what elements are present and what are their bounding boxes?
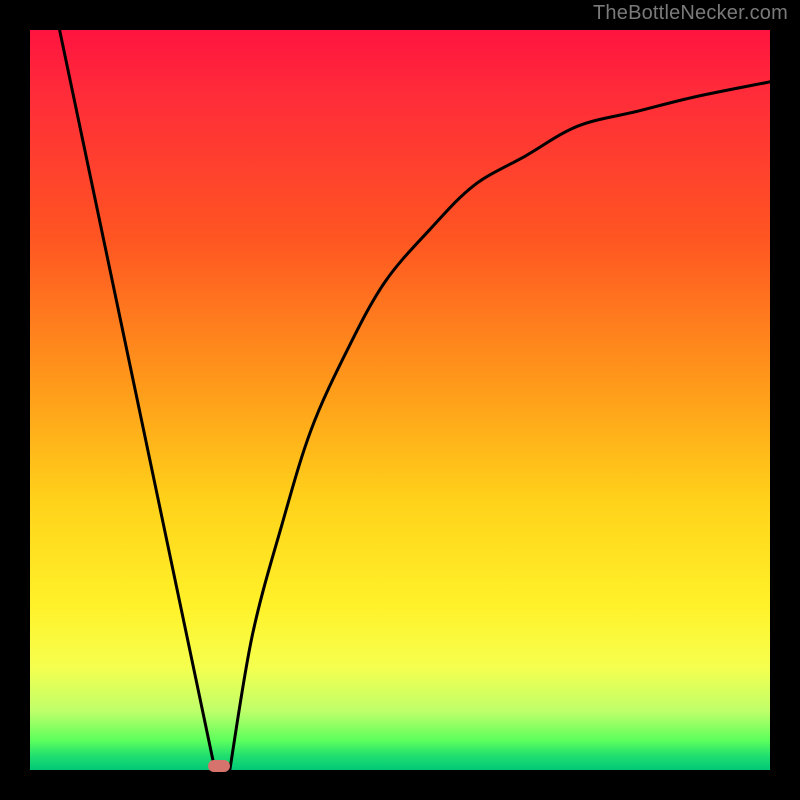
left-line-path bbox=[60, 30, 215, 770]
minimum-marker bbox=[208, 760, 230, 772]
watermark-label: TheBottleNecker.com bbox=[593, 2, 788, 25]
chart-curves bbox=[30, 30, 770, 770]
right-curve-path bbox=[230, 82, 770, 770]
chart-frame: TheBottleNecker.com bbox=[0, 0, 800, 800]
